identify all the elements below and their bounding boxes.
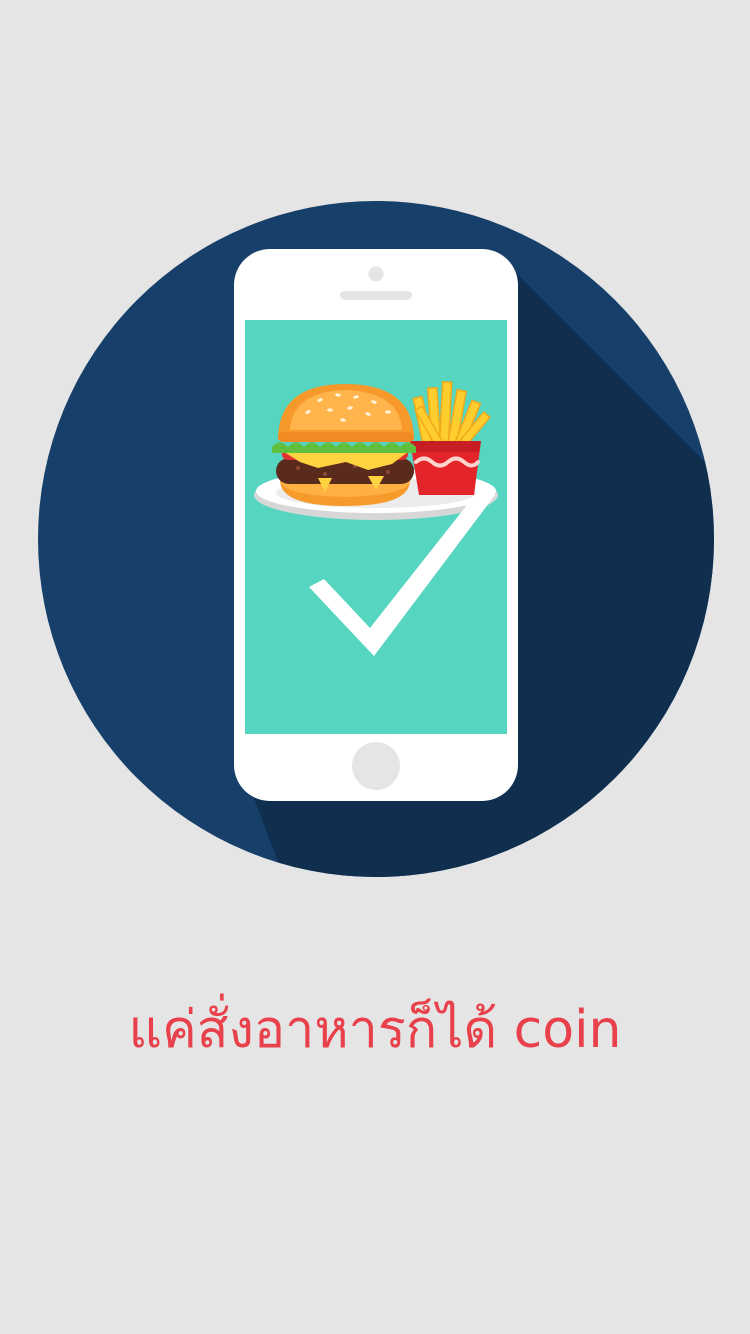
phone-icon	[234, 249, 518, 801]
phone-camera	[368, 266, 384, 282]
onboarding-caption: แค่สั่งอาหารก็ได้ coin	[128, 1000, 622, 1060]
phone-speaker	[340, 291, 412, 300]
illustration	[38, 201, 714, 877]
onboarding-screen: แค่สั่งอาหารก็ได้ coin	[0, 0, 750, 1334]
burger-icon	[272, 384, 416, 506]
home-button	[352, 742, 400, 790]
